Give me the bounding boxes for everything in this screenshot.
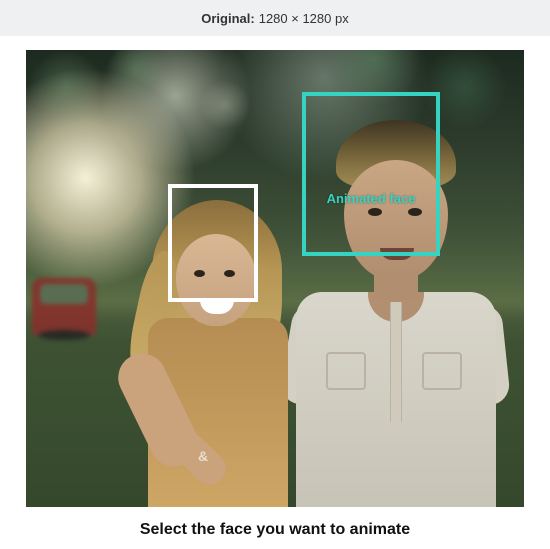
- original-dimensions-value: 1280 × 1280 px: [259, 11, 349, 26]
- photo-car: [32, 278, 96, 336]
- animated-face-caption: Animated face: [327, 141, 416, 207]
- shirt-graphic: &: [198, 448, 208, 464]
- original-dimensions-bar: Original: 1280 × 1280 px: [0, 0, 550, 36]
- photo-canvas: & Animated face: [26, 50, 524, 507]
- instruction-text: Select the face you want to animate: [0, 521, 550, 539]
- original-label: Original:: [201, 11, 254, 26]
- face-box-1[interactable]: [168, 184, 258, 302]
- image-container: & Animated face: [0, 36, 550, 507]
- face-box-2-selected[interactable]: Animated face: [302, 92, 440, 256]
